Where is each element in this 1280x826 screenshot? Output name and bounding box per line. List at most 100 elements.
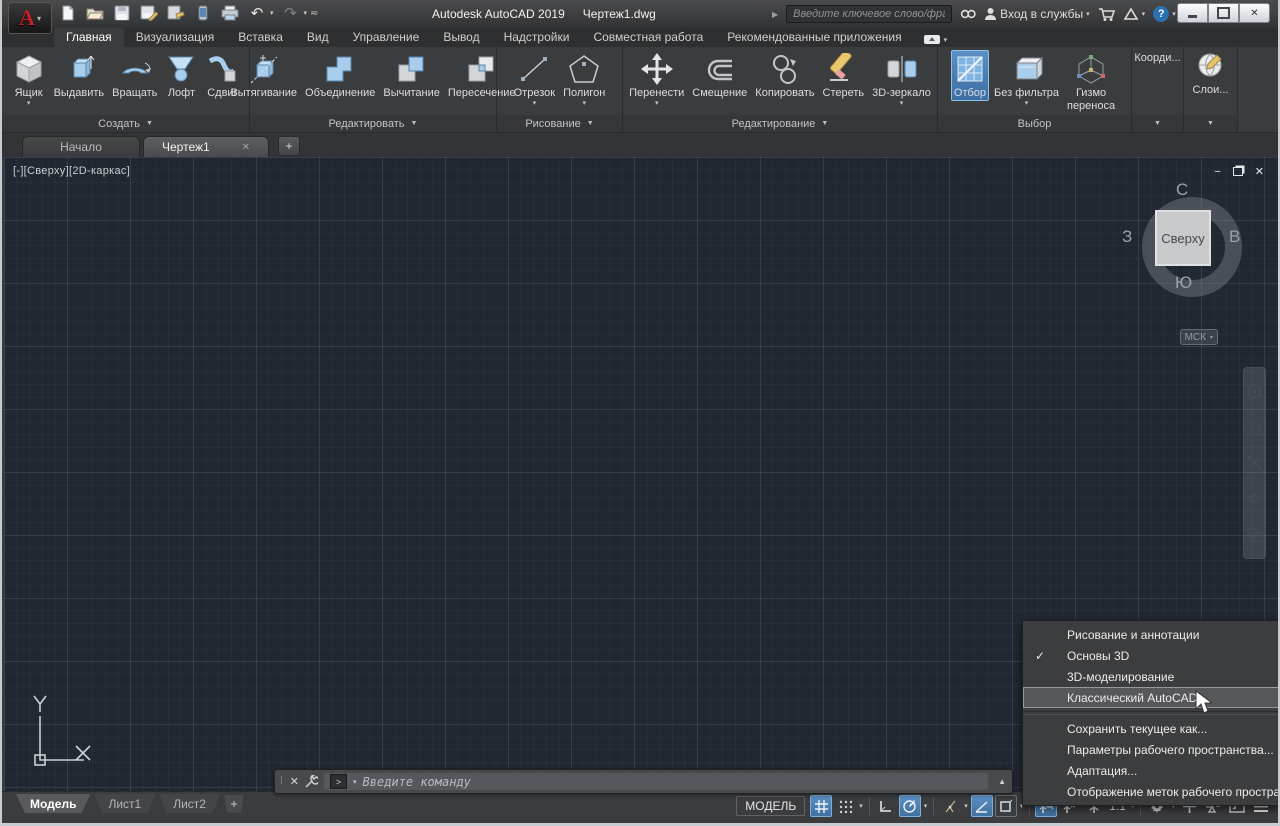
viewcube-east[interactable]: В — [1229, 227, 1240, 247]
command-input[interactable]: > ▾ Введите команду — [324, 773, 988, 790]
line-button[interactable]: Отрезок ▾ — [511, 50, 558, 109]
isodraft-dropdown-icon[interactable]: ▾ — [963, 802, 969, 810]
open-file-icon[interactable] — [85, 3, 105, 23]
print-icon[interactable] — [220, 3, 240, 23]
filter-button[interactable]: Без фильтра ▾ — [991, 50, 1062, 109]
command-line-customize-icon[interactable] — [304, 775, 318, 789]
recent-commands-dropdown-icon[interactable]: ▾ — [353, 778, 357, 786]
application-menu-button[interactable]: A ▾ — [8, 2, 52, 34]
minimize-button[interactable] — [1177, 3, 1208, 23]
autodesk-360-icon[interactable]: ▾ — [1123, 7, 1146, 21]
undo-dropdown-icon[interactable]: ▾ — [270, 9, 274, 17]
isodraft-toggle[interactable] — [939, 795, 961, 817]
menu-item-3d-basics[interactable]: ✓ Основы 3D — [1023, 645, 1279, 666]
grid-toggle[interactable] — [810, 795, 832, 817]
qat-customize-icon[interactable]: ≂ — [310, 8, 318, 19]
offset-button[interactable]: Смещение — [689, 50, 750, 101]
ortho-toggle[interactable] — [875, 795, 897, 817]
new-layout-button[interactable]: + — [224, 795, 244, 813]
show-motion-icon[interactable] — [1247, 527, 1262, 542]
menu-item-workspace-settings[interactable]: Параметры рабочего пространства... — [1023, 739, 1279, 760]
menu-item-drafting-annotation[interactable]: Рисование и аннотации — [1023, 624, 1279, 645]
viewport-restore-icon[interactable] — [1233, 167, 1243, 176]
panel-coordinates[interactable]: Коорди... ▼ — [1132, 47, 1184, 132]
command-line-grip[interactable]: ⁞ — [275, 776, 285, 787]
viewcube-north[interactable]: С — [1176, 180, 1188, 200]
extrude-button[interactable]: Выдавить — [51, 50, 108, 101]
tab-nadstroyki[interactable]: Надстройки — [492, 28, 582, 47]
polygon-button[interactable]: Полигон ▾ — [560, 50, 608, 109]
recent-commands-icon[interactable]: > — [330, 774, 347, 789]
new-drawing-tab-button[interactable]: + — [278, 136, 300, 156]
viewport-minimize-icon[interactable]: − — [1214, 166, 1220, 178]
plot-stamp-icon[interactable] — [166, 3, 186, 23]
panel-title-selection[interactable]: Выбор — [938, 115, 1131, 132]
redo-dropdown-icon[interactable]: ▾ — [304, 9, 308, 17]
mirror3d-button[interactable]: 3D-зеркало ▾ — [869, 50, 934, 109]
navigation-bar[interactable] — [1243, 367, 1266, 559]
gizmo-button[interactable]: Гизмо переноса — [1064, 50, 1118, 114]
object-snap-tracking-toggle[interactable] — [971, 795, 993, 817]
undo-icon[interactable]: ↶ — [247, 3, 267, 23]
pan-icon[interactable] — [1247, 420, 1262, 435]
panel-layers[interactable]: Слои... ▼ — [1184, 47, 1238, 132]
viewport-close-icon[interactable]: ✕ — [1255, 165, 1264, 178]
panel-layers-expand[interactable]: ▼ — [1184, 115, 1237, 132]
ucs-context-badge[interactable]: МСК ▾ — [1180, 329, 1218, 345]
command-line[interactable]: ⁞ ✕ > ▾ Введите команду ▲ — [274, 769, 1013, 794]
tab-sovmestnaya-rabota[interactable]: Совместная работа — [581, 28, 715, 47]
share-mobile-icon[interactable] — [193, 3, 213, 23]
command-history-expand-icon[interactable]: ▲ — [998, 777, 1012, 786]
viewcube-south[interactable]: Ю — [1175, 273, 1192, 293]
signin-button[interactable]: Вход в службы ▾ — [984, 7, 1090, 21]
revolve-button[interactable]: Вращать — [109, 50, 160, 101]
move-button[interactable]: Перенести ▾ — [626, 50, 687, 109]
panel-title-create[interactable]: Создать ▼ — [2, 115, 249, 132]
view-cube[interactable]: С В Ю З Сверху — [1132, 187, 1252, 307]
menu-item-save-current-as[interactable]: Сохранить текущее как... — [1023, 718, 1279, 739]
menu-item-3d-modeling[interactable]: 3D-моделирование — [1023, 666, 1279, 687]
close-button[interactable]: ✕ — [1239, 3, 1270, 23]
save-as-icon[interactable] — [139, 3, 159, 23]
box-button[interactable]: Ящик ▾ — [9, 50, 49, 109]
ribbon-display-toggle[interactable]: ▾ — [924, 35, 948, 47]
tab-vyvod[interactable]: Вывод — [431, 28, 491, 47]
save-icon[interactable] — [112, 3, 132, 23]
viewcube-west[interactable]: З — [1122, 227, 1132, 247]
maximize-button[interactable] — [1208, 3, 1239, 23]
panel-title-modify[interactable]: Редактирование ▼ — [623, 115, 937, 132]
search-expand-icon[interactable]: ▶ — [772, 10, 778, 19]
tab-vizualizaciya[interactable]: Визуализация — [124, 28, 227, 47]
culling-button[interactable]: Отбор — [951, 50, 989, 101]
new-file-icon[interactable] — [58, 3, 78, 23]
tab-rekomendovannye-prilozheniya[interactable]: Рекомендованные приложения — [715, 28, 913, 47]
search-input[interactable]: Введите ключевое слово/фразу — [786, 5, 952, 23]
panel-title-solid-edit[interactable]: Редактировать ▼ — [250, 115, 496, 132]
orbit-icon[interactable] — [1247, 491, 1262, 506]
tab-close-icon[interactable]: ✕ — [242, 142, 250, 153]
redo-icon[interactable]: ↷ — [281, 3, 301, 23]
menu-item-display-workspace-labels[interactable]: Отображение меток рабочего пространства — [1023, 781, 1279, 802]
polar-dropdown-icon[interactable]: ▾ — [923, 802, 929, 810]
tab-vid[interactable]: Вид — [295, 28, 341, 47]
presspull-button[interactable]: Вытягивание — [227, 50, 300, 101]
viewport-controls-label[interactable]: [-][Сверху][2D-каркас] — [13, 165, 130, 177]
subtract-button[interactable]: Вычитание — [380, 50, 443, 101]
layout-tab-model[interactable]: Модель — [16, 794, 90, 813]
menu-item-customize[interactable]: Адаптация... — [1023, 760, 1279, 781]
help-button[interactable]: ?▾ — [1153, 6, 1176, 22]
viewcube-top-face[interactable]: Сверху — [1155, 210, 1211, 266]
union-button[interactable]: Объединение — [302, 50, 378, 101]
panel-title-draw[interactable]: Рисование ▼ — [497, 115, 622, 132]
search-button[interactable] — [960, 7, 976, 21]
object-snap-toggle[interactable] — [995, 795, 1017, 817]
polar-tracking-toggle[interactable] — [899, 795, 921, 817]
zoom-icon[interactable] — [1247, 455, 1262, 470]
tab-vstavka[interactable]: Вставка — [226, 28, 295, 47]
snap-toggle[interactable] — [834, 795, 856, 817]
file-tab-drawing1[interactable]: Чертеж1 ✕ — [143, 136, 269, 157]
tab-upravlenie[interactable]: Управление — [341, 28, 432, 47]
model-space-button[interactable]: МОДЕЛЬ — [736, 796, 805, 816]
erase-button[interactable]: Стереть — [820, 50, 868, 101]
tab-glavnaya[interactable]: Главная — [54, 28, 124, 47]
